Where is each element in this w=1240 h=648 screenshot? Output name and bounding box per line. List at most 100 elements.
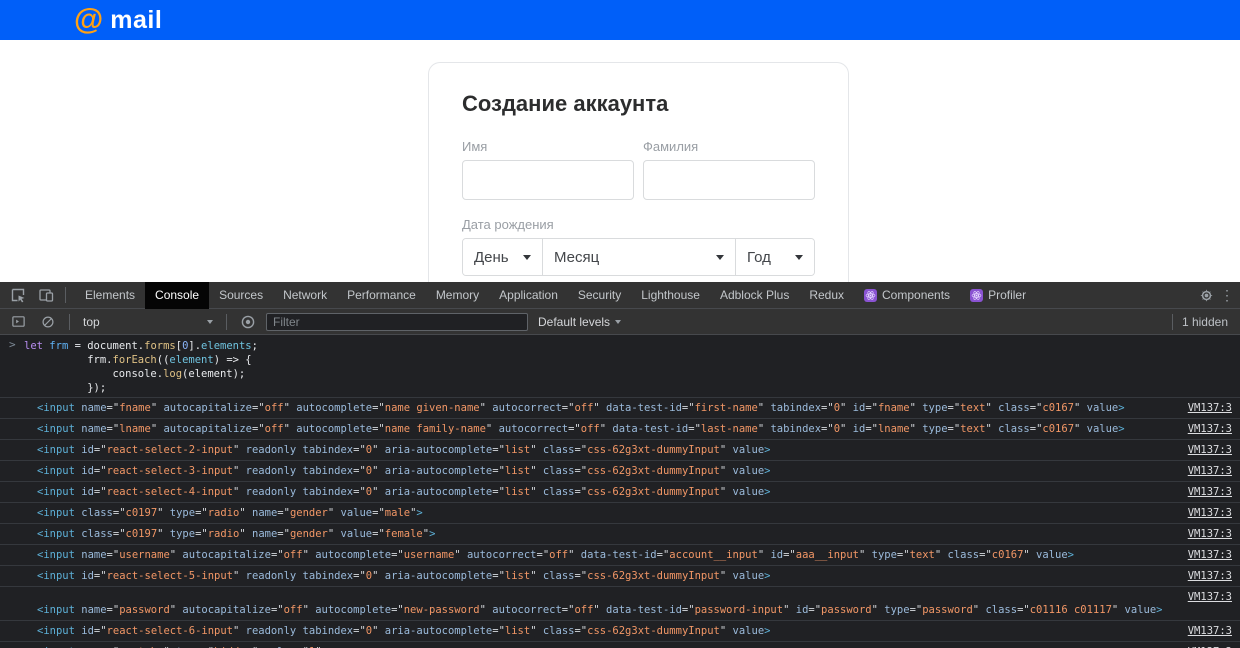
filter-input[interactable]: Filter xyxy=(266,312,528,331)
logged-element[interactable]: <input id="react-select-2-input" readonl… xyxy=(37,444,770,456)
tab-label: Application xyxy=(499,288,558,302)
console-log-row[interactable]: <input id="react-select-2-input" readonl… xyxy=(0,440,1240,461)
tab-label: Lighthouse xyxy=(641,288,700,302)
signup-card: Создание аккаунта Имя Фамилия Дата рожде… xyxy=(428,62,849,282)
tab-memory[interactable]: Memory xyxy=(426,282,489,309)
clear-console-icon[interactable] xyxy=(36,311,60,333)
logged-element[interactable]: <input id="react-select-5-input" readonl… xyxy=(37,570,770,582)
devtools-tabbar: Elements Console Sources Network Performance… xyxy=(0,281,1240,309)
console-log-row[interactable]: <input class="c0197" type="radio" name="… xyxy=(0,524,1240,545)
tab-label: Performance xyxy=(347,288,416,302)
dob-select-group: День Месяц Год xyxy=(462,238,815,276)
source-link[interactable]: VM137:3 xyxy=(1188,401,1232,416)
tab-label: Elements xyxy=(85,288,136,302)
mailru-logo[interactable]: @ mail xyxy=(74,5,162,35)
chevron-down-icon xyxy=(615,319,622,324)
chevron-down-icon xyxy=(207,319,213,324)
page-title: Создание аккаунта xyxy=(462,91,669,116)
hidden-messages-count: 1 hidden xyxy=(1181,314,1228,329)
dob-year-value: Год xyxy=(747,248,771,266)
console-log-row[interactable]: <input class="c0197" type="radio" name="… xyxy=(0,503,1240,524)
javascript-context-select[interactable]: top xyxy=(79,315,217,329)
logged-element[interactable]: <input name="lname" autocapitalize="off"… xyxy=(37,423,1125,435)
dob-month-select[interactable]: Месяц xyxy=(543,239,736,275)
browser-page: @ mail Создание аккаунта Имя Фамилия Дат… xyxy=(0,0,1240,282)
first-name-input[interactable] xyxy=(462,160,634,200)
tab-sources[interactable]: Sources xyxy=(209,282,273,309)
tab-application[interactable]: Application xyxy=(489,282,568,309)
live-expression-eye-icon[interactable] xyxy=(236,311,260,333)
dob-year-select[interactable]: Год xyxy=(736,239,814,275)
source-link[interactable]: VM137:3 xyxy=(1188,464,1232,479)
console-input-echo: > let frm = document.forms[0].elements; fr… xyxy=(0,336,1240,398)
more-options-icon[interactable]: ⋮ xyxy=(1220,287,1234,304)
console-sidebar-icon[interactable] xyxy=(6,311,30,333)
tab-label: Redux xyxy=(809,288,845,302)
tab-label: Components xyxy=(882,288,951,302)
react-atom-icon xyxy=(864,288,878,302)
source-link[interactable]: VM137:3 xyxy=(1188,569,1232,584)
logged-element[interactable]: <input name="username" autocapitalize="o… xyxy=(37,549,1074,561)
console-output[interactable]: > let frm = document.forms[0].elements; fr… xyxy=(0,336,1240,648)
chevron-down-icon xyxy=(795,254,803,260)
tab-redux[interactable]: Redux xyxy=(799,282,854,309)
console-log-row[interactable]: <input name="username" autocapitalize="o… xyxy=(0,545,1240,566)
logged-element[interactable]: <input id="react-select-4-input" readonl… xyxy=(37,486,770,498)
devtools-tabs: Elements Console Sources Network Performance… xyxy=(75,281,1036,309)
console-log-row[interactable]: <input name="captcha" type="hidden" valu… xyxy=(0,642,1240,648)
logged-element[interactable]: <input name="password" autocapitalize="o… xyxy=(37,603,1163,618)
console-log-row[interactable]: <input name="lname" autocapitalize="off"… xyxy=(0,419,1240,440)
console-log-row[interactable]: <input name="fname" autocapitalize="off"… xyxy=(0,398,1240,419)
tab-label: Adblock Plus xyxy=(719,288,790,302)
dob-label: Дата рождения xyxy=(462,217,554,232)
last-name-input[interactable] xyxy=(643,160,815,200)
levels-value: Default levels xyxy=(538,314,611,329)
tab-profiler[interactable]: Profiler xyxy=(960,282,1036,309)
source-link[interactable]: VM137:3 xyxy=(1188,443,1232,458)
logged-element[interactable]: <input name="fname" autocapitalize="off"… xyxy=(37,402,1125,414)
logged-element[interactable]: <input id="react-select-6-input" readonl… xyxy=(37,625,770,637)
dob-month-value: Месяц xyxy=(554,248,600,266)
react-atom-icon xyxy=(970,288,984,302)
logged-element[interactable]: <input id="react-select-3-input" readonl… xyxy=(37,465,770,477)
console-log-row[interactable]: <input id="react-select-3-input" readonl… xyxy=(0,461,1240,482)
dob-day-value: День xyxy=(474,248,509,266)
console-log-row[interactable]: <input id="react-select-6-input" readonl… xyxy=(0,621,1240,642)
logged-element[interactable]: <input class="c0197" type="radio" name="… xyxy=(37,528,435,540)
tab-security[interactable]: Security xyxy=(568,282,631,309)
source-link[interactable]: VM137:3 xyxy=(1188,624,1232,639)
tab-adblock-plus[interactable]: Adblock Plus xyxy=(710,282,799,309)
device-toolbar-icon[interactable] xyxy=(34,284,58,306)
settings-gear-icon[interactable] xyxy=(1194,284,1218,306)
tab-components[interactable]: Components xyxy=(854,282,960,309)
logo-text: mail xyxy=(110,5,163,34)
inspect-element-icon[interactable] xyxy=(6,284,30,306)
site-header: @ mail xyxy=(0,0,1240,40)
tab-lighthouse[interactable]: Lighthouse xyxy=(631,282,710,309)
chevron-down-icon xyxy=(716,254,724,260)
log-levels-select[interactable]: Default levels xyxy=(534,314,622,329)
divider xyxy=(226,313,227,330)
first-name-label: Имя xyxy=(462,139,488,154)
tab-network[interactable]: Network xyxy=(273,282,337,309)
tab-label: Security xyxy=(577,288,622,302)
console-prompt-icon: > xyxy=(9,338,16,351)
tab-console[interactable]: Console xyxy=(145,281,210,309)
chevron-down-icon xyxy=(523,254,531,260)
tab-elements[interactable]: Elements xyxy=(75,282,145,309)
last-name-label: Фамилия xyxy=(643,139,699,154)
source-link[interactable]: VM137:3 xyxy=(1188,548,1232,563)
logged-element[interactable]: <input class="c0197" type="radio" name="… xyxy=(37,507,423,519)
console-log-row[interactable]: <input id="react-select-4-input" readonl… xyxy=(0,482,1240,503)
tab-performance[interactable]: Performance xyxy=(337,282,426,309)
source-link[interactable]: VM137:3 xyxy=(1188,527,1232,542)
source-link[interactable]: VM137:3 xyxy=(1188,506,1232,521)
source-link[interactable]: VM137:3 xyxy=(1188,485,1232,500)
source-link[interactable]: VM137:3 xyxy=(1188,590,1232,605)
console-log-row[interactable]: <input name="password" autocapitalize="o… xyxy=(0,587,1240,621)
tab-label: Network xyxy=(283,288,328,302)
dob-day-select[interactable]: День xyxy=(463,239,543,275)
console-log-row[interactable]: <input id="react-select-5-input" readonl… xyxy=(0,566,1240,587)
context-value: top xyxy=(83,314,100,329)
source-link[interactable]: VM137:3 xyxy=(1188,422,1232,437)
